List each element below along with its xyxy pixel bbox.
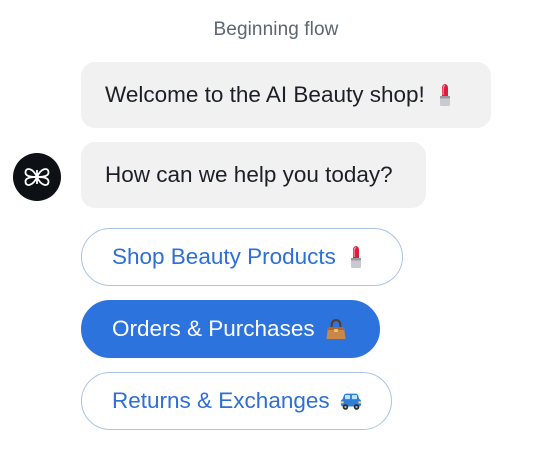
message-text: How can we help you today? [105,162,393,187]
lipstick-icon [345,245,369,269]
handbag-icon [324,317,348,341]
message-text: Welcome to the AI Beauty shop! [105,82,425,107]
lipstick-icon [434,83,458,107]
option-label: Shop Beauty Products [112,244,336,269]
car-icon [339,389,363,413]
butterfly-logo-icon [24,168,50,186]
option-orders-purchases-button[interactable]: Orders & Purchases [81,300,380,358]
bot-avatar [13,153,61,201]
flow-header: Beginning flow [213,19,339,40]
option-label: Orders & Purchases [112,316,315,341]
option-label: Returns & Exchanges [112,388,330,413]
option-returns-exchanges-button[interactable]: Returns & Exchanges [81,372,392,430]
bot-message-welcome: Welcome to the AI Beauty shop! [81,62,491,128]
bot-message-help: How can we help you today? [81,142,426,208]
option-shop-beauty-products-button[interactable]: Shop Beauty Products [81,228,403,286]
